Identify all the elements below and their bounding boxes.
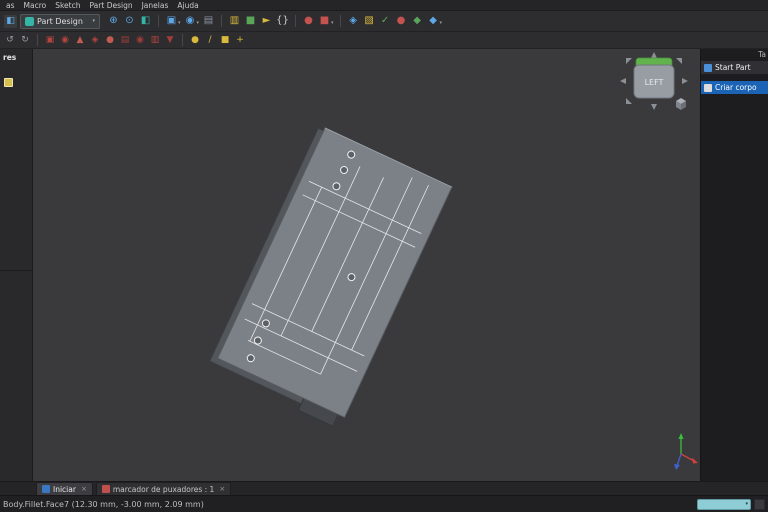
- statusbar-right: ▾: [697, 499, 765, 510]
- box-selection-icon[interactable]: ▣: [164, 14, 179, 29]
- measure-icon[interactable]: ▥: [227, 14, 242, 29]
- macro-record-icon[interactable]: ●: [301, 14, 316, 29]
- workbench-selector[interactable]: Part Design ▾: [20, 14, 100, 29]
- toolbar-separator: [158, 15, 159, 27]
- nav-cube-face-label[interactable]: LEFT: [645, 78, 664, 87]
- tasks-panel: Ta Start Part Criar corpo: [700, 49, 768, 481]
- close-icon[interactable]: ×: [81, 485, 87, 493]
- body-icon: [704, 84, 712, 92]
- validate-sketch-icon[interactable]: ✓: [378, 14, 393, 29]
- menu-part-design[interactable]: Part Design: [90, 1, 133, 10]
- fit-all-icon[interactable]: ⊕: [106, 14, 121, 29]
- export-icon[interactable]: ►: [259, 14, 274, 29]
- toolbar-separator: [37, 34, 38, 46]
- dropdown-caret-icon[interactable]: ▾: [197, 20, 200, 26]
- toolbar-separator: [221, 15, 222, 27]
- chevron-down-icon: ▾: [745, 501, 748, 507]
- dropdown-caret-icon[interactable]: ▾: [178, 20, 181, 26]
- zoom-selection-icon[interactable]: ⊙: [122, 14, 137, 29]
- part-icon: [704, 64, 712, 72]
- macro-stop-icon[interactable]: ■: [317, 14, 332, 29]
- workbench-selector-value: Part Design: [37, 17, 83, 26]
- view-toolbar-icons: ⊕⊙◧▣▾◉▾▤▥■►{}●■▾◈▧✓●◆◆▾: [106, 14, 443, 29]
- start-page-icon: [42, 485, 50, 493]
- datum-plane-icon[interactable]: ■: [218, 33, 232, 47]
- new-sketch-icon[interactable]: ◈: [346, 14, 361, 29]
- chevron-down-icon: ▾: [92, 18, 95, 24]
- pocket-icon[interactable]: ▤: [118, 33, 132, 47]
- tree-item[interactable]: [0, 64, 32, 89]
- additive-pipe-icon[interactable]: ◈: [88, 33, 102, 47]
- isometric-view-icon[interactable]: ◧: [138, 14, 153, 29]
- groove-icon[interactable]: ▥: [148, 33, 162, 47]
- navigation-style-selector[interactable]: ▾: [697, 499, 751, 510]
- panel-divider: [0, 270, 32, 271]
- menu-ajuda[interactable]: Ajuda: [177, 1, 198, 10]
- status-bar: Body.Fillet.Face7 (12.30 mm, -3.00 mm, 2…: [0, 495, 768, 512]
- tab-document-label: marcador de puxadores : 1: [113, 485, 215, 494]
- partdesign-workbench-icon: [25, 17, 34, 26]
- tree-panel: res: [0, 49, 33, 481]
- mini-cube-icon: [676, 98, 686, 110]
- menu-as[interactable]: as: [6, 1, 15, 10]
- undo-icon[interactable]: ↺: [3, 33, 17, 47]
- toolbar-main: ◧ Part Design ▾ ⊕⊙◧▣▾◉▾▤▥■►{}●■▾◈▧✓●◆◆▾: [0, 11, 768, 32]
- document-icon: [4, 78, 13, 87]
- partdesign-toolbar-icons: ↺↻▣◉▲◈●▤◉▥▼●/■+: [3, 33, 247, 47]
- dropdown-caret-icon[interactable]: ▾: [440, 20, 443, 26]
- expression-icon[interactable]: {}: [275, 14, 290, 29]
- addon-icon[interactable]: ◆: [410, 14, 425, 29]
- app-root: as Macro Sketch Part Design Janelas Ajuda ◧ P…: [0, 0, 768, 512]
- menu-macro[interactable]: Macro: [24, 1, 47, 10]
- task-item-label: Criar corpo: [715, 83, 757, 92]
- tasks-section-header[interactable]: Start Part: [701, 61, 768, 74]
- draw-style-icon[interactable]: ◉: [183, 14, 198, 29]
- viewport-3d[interactable]: LEFT: [33, 49, 700, 481]
- document-file-icon: [102, 485, 110, 493]
- axes-indicator: [674, 433, 698, 470]
- task-item-create-body[interactable]: Criar corpo: [701, 81, 768, 94]
- resize-grip[interactable]: [754, 499, 765, 510]
- selection-view-icon[interactable]: ▤: [201, 14, 216, 29]
- subtractive-loft-icon[interactable]: ▼: [163, 33, 177, 47]
- close-icon[interactable]: ×: [219, 485, 225, 493]
- revolution-icon[interactable]: ◉: [58, 33, 72, 47]
- edit-sketch-icon[interactable]: ▧: [362, 14, 377, 29]
- main-content: res: [0, 49, 768, 481]
- redo-icon[interactable]: ↻: [18, 33, 32, 47]
- datum-point-icon[interactable]: ●: [188, 33, 202, 47]
- tab-start-label: Iniciar: [53, 485, 76, 494]
- menu-sketch[interactable]: Sketch: [55, 1, 80, 10]
- part-3d: [207, 125, 452, 429]
- tasks-tab-label[interactable]: Ta: [701, 49, 768, 61]
- tasks-section-title: Start Part: [715, 63, 751, 72]
- document-tabbar: Iniciar × marcador de puxadores : 1 ×: [0, 481, 768, 495]
- abort-operation-icon[interactable]: ●: [394, 14, 409, 29]
- local-cs-icon[interactable]: +: [233, 33, 247, 47]
- toolbar-separator: [340, 15, 341, 27]
- dropdown-caret-icon[interactable]: ▾: [331, 20, 334, 26]
- tree-panel-header: res: [0, 49, 32, 64]
- tab-start-page[interactable]: Iniciar ×: [36, 482, 93, 495]
- hole-icon[interactable]: ◉: [133, 33, 147, 47]
- datum-line-icon[interactable]: /: [203, 33, 217, 47]
- helix-icon[interactable]: ●: [103, 33, 117, 47]
- menu-janelas[interactable]: Janelas: [142, 1, 169, 10]
- part-box-icon[interactable]: ■: [243, 14, 258, 29]
- navigation-cube: LEFT: [620, 52, 688, 110]
- viewport-canvas[interactable]: LEFT: [33, 49, 700, 481]
- additive-loft-icon[interactable]: ▲: [73, 33, 87, 47]
- status-message: Body.Fillet.Face7 (12.30 mm, -3.00 mm, 2…: [3, 500, 204, 509]
- workbench-icon[interactable]: ◧: [4, 15, 17, 28]
- toolbar-separator: [295, 15, 296, 27]
- toolbar-separator: [182, 34, 183, 46]
- pad-icon[interactable]: ▣: [43, 33, 57, 47]
- toolbar-partdesign: ↺↻▣◉▲◈●▤◉▥▼●/■+: [0, 32, 768, 49]
- more-tools-icon[interactable]: ◆: [426, 14, 441, 29]
- tab-document-marcador[interactable]: marcador de puxadores : 1 ×: [96, 482, 231, 495]
- menu-bar: as Macro Sketch Part Design Janelas Ajuda: [0, 0, 768, 11]
